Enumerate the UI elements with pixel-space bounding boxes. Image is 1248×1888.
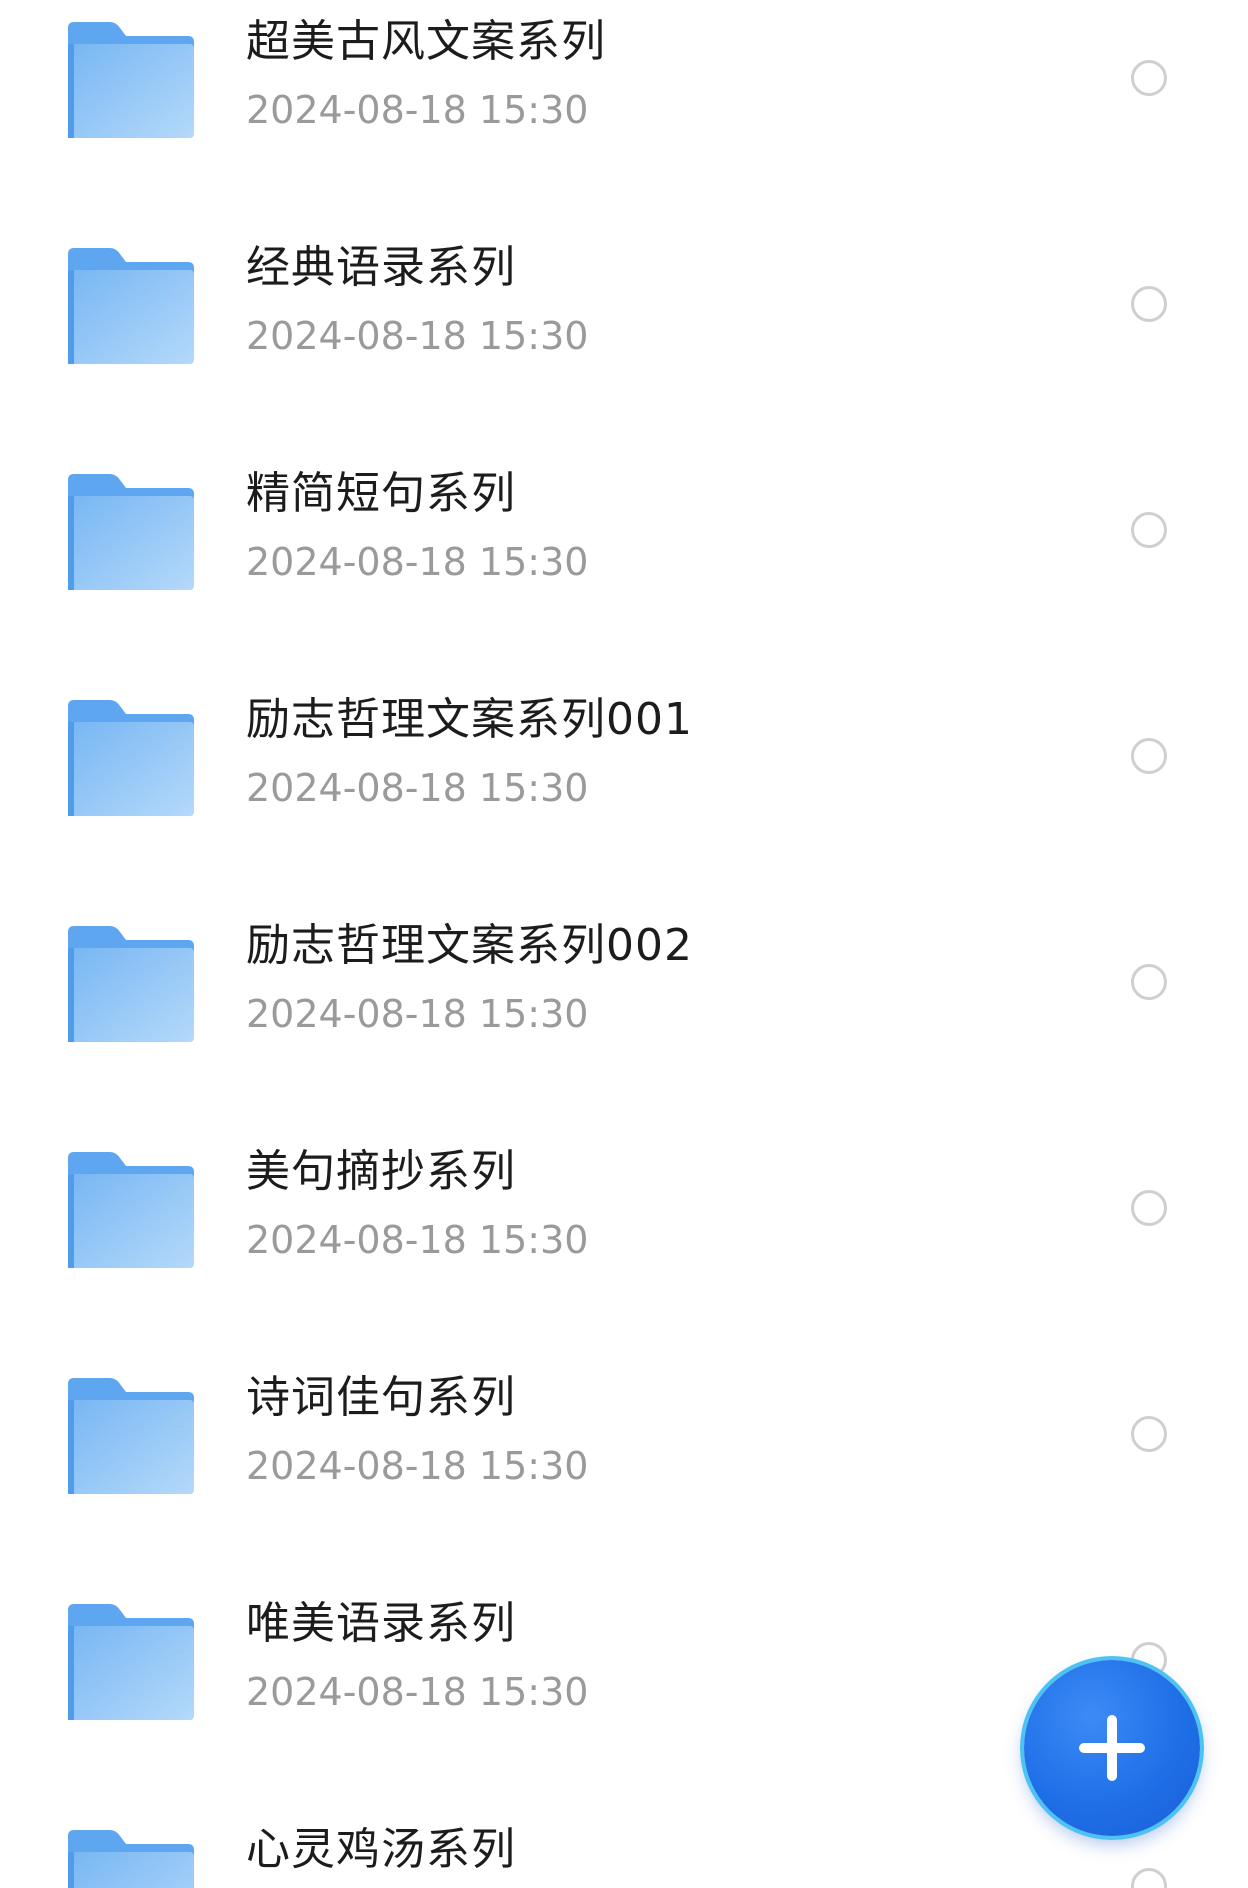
folder-icon [66,472,196,592]
folder-icon-graphic [68,22,194,138]
list-item[interactable]: 经典语录系列 2024-08-18 15:30 [0,226,1248,452]
folder-name: 励志哲理文案系列002 [246,920,693,971]
select-radio[interactable] [1131,1190,1167,1226]
folder-icon [66,1602,196,1722]
folder-name: 励志哲理文案系列001 [246,694,693,745]
list-item[interactable]: 诗词佳句系列 2024-08-18 15:30 [0,1356,1248,1582]
folder-icon-graphic [68,926,194,1042]
folder-name: 精简短句系列 [246,468,516,519]
folder-date: 2024-08-18 15:30 [246,992,589,1036]
folder-name: 唯美语录系列 [246,1598,516,1649]
folder-icon [66,246,196,366]
folder-name: 超美古风文案系列 [246,16,606,67]
folder-icon [66,1376,196,1496]
folder-icon-graphic [68,248,194,364]
list-item[interactable]: 励志哲理文案系列002 2024-08-18 15:30 [0,904,1248,1130]
folder-list: 超美古风文案系列 2024-08-18 15:30 经典语录系列 2024-08… [0,0,1248,1888]
plus-icon [1079,1715,1145,1781]
list-item[interactable]: 超美古风文案系列 2024-08-18 15:30 [0,0,1248,226]
folder-date: 2024-08-18 15:30 [246,1444,589,1488]
add-button[interactable] [1024,1660,1200,1836]
select-radio[interactable] [1131,512,1167,548]
folder-date: 2024-08-18 15:30 [246,766,589,810]
folder-icon [66,1150,196,1270]
folder-icon [66,924,196,1044]
folder-date: 2024-08-18 15:30 [246,1670,589,1714]
folder-name: 经典语录系列 [246,242,516,293]
folder-icon-graphic [68,474,194,590]
folder-name: 心灵鸡汤系列 [246,1824,516,1875]
folder-date: 2024-08-18 15:30 [246,540,589,584]
list-item[interactable]: 励志哲理文案系列001 2024-08-18 15:30 [0,678,1248,904]
select-radio[interactable] [1131,1416,1167,1452]
select-radio[interactable] [1131,1868,1167,1888]
list-item[interactable]: 精简短句系列 2024-08-18 15:30 [0,452,1248,678]
folder-icon-graphic [68,1604,194,1720]
folder-icon-graphic [68,1378,194,1494]
folder-name: 美句摘抄系列 [246,1146,516,1197]
folder-name: 诗词佳句系列 [246,1372,516,1423]
folder-icon-graphic [68,700,194,816]
folder-icon [66,1828,196,1888]
select-radio[interactable] [1131,60,1167,96]
folder-icon [66,20,196,140]
folder-icon [66,698,196,818]
folder-icon-graphic [68,1152,194,1268]
select-radio[interactable] [1131,964,1167,1000]
folder-date: 2024-08-18 15:30 [246,88,589,132]
folder-icon-graphic [68,1830,194,1888]
select-radio[interactable] [1131,738,1167,774]
list-item[interactable]: 美句摘抄系列 2024-08-18 15:30 [0,1130,1248,1356]
folder-date: 2024-08-18 15:30 [246,314,589,358]
select-radio[interactable] [1131,286,1167,322]
folder-date: 2024-08-18 15:30 [246,1218,589,1262]
